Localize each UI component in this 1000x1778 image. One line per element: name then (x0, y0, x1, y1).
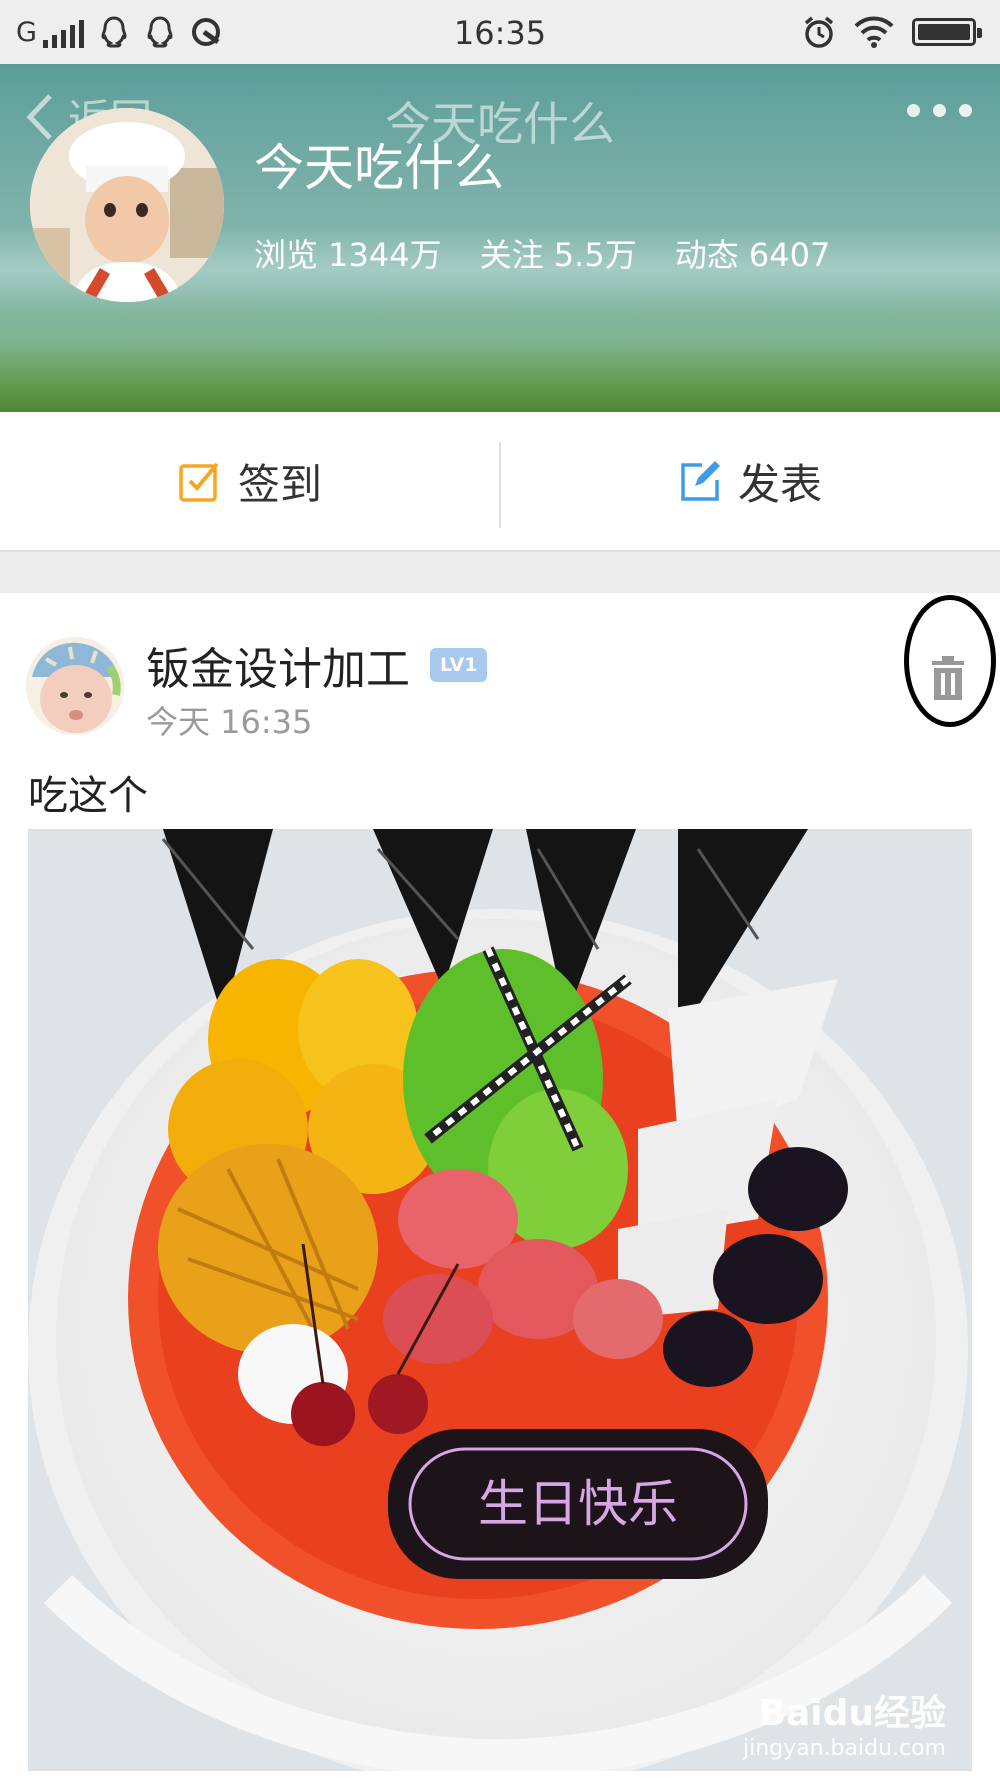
status-right (802, 12, 982, 52)
group-stats: 浏览 1344万 关注 5.5万 动态 6407 (254, 230, 830, 276)
watermark: Baidu经验 jingyan.baidu.com (743, 1684, 946, 1761)
post-time: 今天 16:35 (146, 703, 313, 741)
more-options-icon[interactable] (907, 104, 972, 117)
post-card: 钣金设计加工 LV1 今天 16:35 吃这个 生日快乐 Baidu经验 jin… (0, 593, 1000, 1778)
checkin-icon (179, 462, 219, 502)
edit-icon (681, 461, 720, 501)
group-avatar[interactable] (30, 108, 224, 302)
alarm-icon (804, 16, 834, 48)
status-bar: G 16:35 (0, 0, 1000, 64)
group-header: 返回 今天吃什么 今天吃什么 浏览 1344万 关注 5.5万 动态 6407 (0, 64, 1000, 412)
posts-stat: 动态 6407 (674, 236, 831, 274)
group-name: 今天吃什么 (254, 139, 504, 197)
cake-photo[interactable]: 生日快乐 Baidu经验 jingyan.baidu.com (28, 829, 972, 1771)
views-stat: 浏览 1344万 (254, 236, 442, 274)
battery-icon (912, 18, 982, 46)
post-text: 吃这个 (28, 773, 148, 819)
followers-stat: 关注 5.5万 (479, 236, 637, 274)
author-name[interactable]: 钣金设计加工 (146, 633, 410, 697)
wifi-icon (854, 16, 894, 48)
checkin-button[interactable]: 签到 (0, 412, 500, 550)
publish-label: 发表 (737, 459, 822, 509)
level-badge: LV1 (430, 648, 488, 682)
watermark-sub: jingyan.baidu.com (742, 1736, 946, 1761)
author-avatar[interactable] (26, 637, 124, 735)
publish-button[interactable]: 发表 (500, 412, 1000, 550)
action-bar: 签到 发表 (0, 412, 1000, 552)
cake-plaque-text: 生日快乐 (478, 1475, 678, 1533)
checkin-label: 签到 (237, 459, 322, 509)
watermark-main: Baidu经验 (758, 1693, 946, 1734)
author-row: 钣金设计加工 LV1 (146, 633, 488, 697)
trash-icon[interactable] (928, 653, 968, 703)
